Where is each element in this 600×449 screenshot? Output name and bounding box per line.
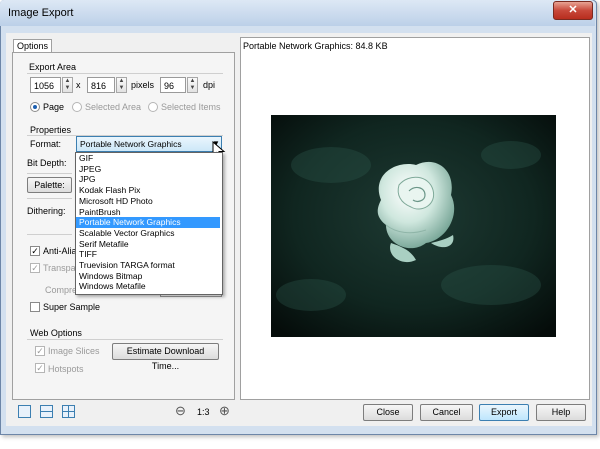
hotspots-checkbox[interactable]: ✓ [35, 363, 45, 373]
image-slices-checkbox[interactable]: ✓ [35, 346, 45, 356]
dimension-separator: x [76, 80, 81, 90]
format-dropdown[interactable]: Portable Network Graphics ▼ [76, 136, 222, 152]
palette-button[interactable]: Palette: [27, 177, 72, 193]
dithering-divider [27, 234, 72, 235]
export-width-input[interactable]: 1056 [30, 77, 61, 93]
title-bar[interactable] [0, 0, 595, 26]
anti-alias-label: Anti-Alia [43, 246, 77, 256]
web-options-divider [27, 339, 223, 340]
format-option[interactable]: GIF [76, 153, 220, 164]
transparent-label: Transpa [43, 263, 76, 273]
close-button[interactable]: Close [363, 404, 413, 421]
format-option[interactable]: Windows Bitmap [76, 271, 220, 282]
width-spinner[interactable]: ▲ ▼ [62, 77, 73, 93]
dpi-spinner[interactable]: ▲ ▼ [187, 77, 198, 93]
zoom-in-icon[interactable]: ⊕ [219, 403, 230, 419]
tab-options[interactable]: Options [13, 39, 52, 53]
format-label: Format: [30, 139, 62, 149]
radio-selected-area[interactable] [72, 102, 82, 112]
transparent-checkbox[interactable]: ✓ [30, 263, 40, 273]
cancel-button[interactable]: Cancel [420, 404, 473, 421]
dpi-input[interactable]: 96 [160, 77, 186, 93]
format-option[interactable]: JPG [76, 174, 220, 185]
format-option[interactable]: Scalable Vector Graphics [76, 228, 220, 239]
preview-image [271, 115, 556, 337]
format-option[interactable]: Truevision TARGA format [76, 260, 220, 271]
format-option[interactable]: Kodak Flash Pix [76, 185, 220, 196]
export-area-label: Export Area [29, 62, 77, 72]
radio-selected-items[interactable] [148, 102, 158, 112]
zoom-out-icon[interactable]: ⊖ [175, 403, 186, 419]
palette-divider [27, 198, 72, 199]
quad-view-icon[interactable] [62, 405, 75, 418]
format-selected-value: Portable Network Graphics [80, 139, 182, 149]
format-option[interactable]: Serif Metafile [76, 239, 220, 250]
compression-label: Compre [45, 285, 78, 295]
bit-depth-divider [27, 173, 72, 174]
radio-selected-items-label: Selected Items [161, 102, 221, 112]
format-option[interactable]: Windows Metafile [76, 281, 220, 292]
help-button[interactable]: Help [536, 404, 586, 421]
super-sample-label: Super Sample [43, 302, 101, 312]
window-title: Image Export [8, 7, 74, 19]
dpi-label: dpi [203, 80, 216, 90]
height-spinner[interactable]: ▲ ▼ [116, 77, 127, 93]
properties-label: Properties [30, 125, 72, 135]
format-option[interactable]: JPEG [76, 164, 220, 175]
split-horizontal-view-icon[interactable] [40, 405, 53, 418]
format-option[interactable]: TIFF [76, 249, 220, 260]
super-sample-checkbox[interactable] [30, 302, 40, 312]
format-dropdown-list[interactable]: GIF JPEG JPG Kodak Flash Pix Microsoft H… [75, 152, 223, 295]
radio-page-label: Page [43, 102, 65, 112]
single-view-icon[interactable] [18, 405, 31, 418]
radio-page[interactable] [30, 102, 40, 112]
web-options-label: Web Options [30, 328, 82, 338]
format-option[interactable]: PaintBrush [76, 207, 220, 218]
dithering-label: Dithering: [27, 206, 66, 216]
zoom-level: 1:3 [197, 407, 210, 417]
radio-selected-area-label: Selected Area [85, 102, 142, 112]
export-area-divider [27, 73, 223, 74]
preview-info: Portable Network Graphics: 84.8 KB [243, 41, 388, 51]
estimate-download-time-button[interactable]: Estimate Download Time... [112, 343, 219, 371]
format-option-selected[interactable]: Portable Network Graphics [76, 217, 220, 228]
bit-depth-label: Bit Depth: [27, 158, 67, 168]
unit-label: pixels [131, 80, 155, 90]
export-button[interactable]: Export [479, 404, 529, 421]
window-close-button[interactable]: ✕ [553, 1, 593, 20]
anti-alias-checkbox[interactable]: ✓ [30, 246, 40, 256]
hotspots-label: Hotspots [48, 364, 84, 374]
format-option[interactable]: Microsoft HD Photo [76, 196, 220, 207]
export-height-input[interactable]: 816 [87, 77, 115, 93]
image-slices-label: Image Slices [48, 346, 100, 356]
